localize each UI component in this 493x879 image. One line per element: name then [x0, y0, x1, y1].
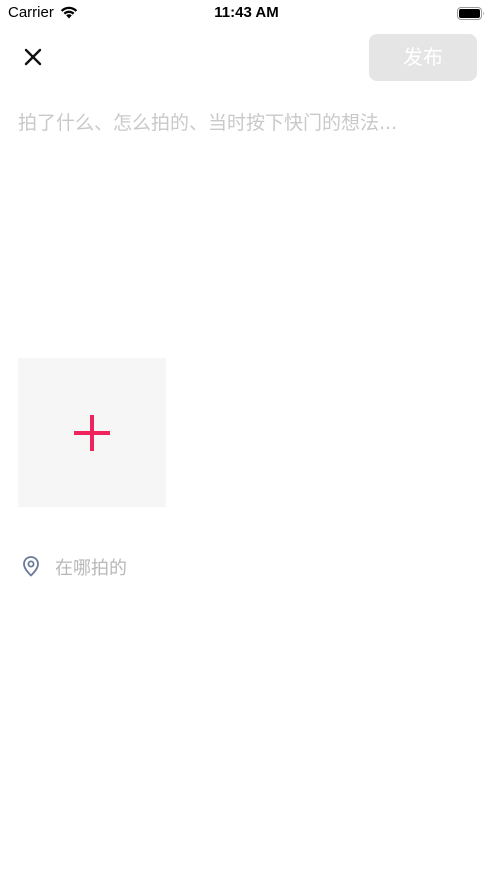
location-placeholder: 在哪拍的 [55, 558, 127, 579]
plus-icon [73, 414, 111, 452]
location-selector[interactable]: 在哪拍的 [18, 550, 318, 582]
location-pin-icon [21, 555, 41, 577]
caption-input[interactable] [18, 108, 473, 338]
post-composer-screen: Carrier 11:43 AM 发布 拍了什么、怎么拍的、当时按下快门的想法.… [0, 0, 493, 879]
close-button[interactable] [18, 42, 48, 72]
close-icon [18, 48, 48, 76]
status-time: 11:43 AM [214, 4, 279, 21]
status-bar: Carrier 11:43 AM [0, 0, 493, 26]
publish-button[interactable]: 发布 [369, 34, 477, 81]
battery-icon [457, 5, 485, 20]
add-photo-button[interactable] [18, 358, 166, 507]
